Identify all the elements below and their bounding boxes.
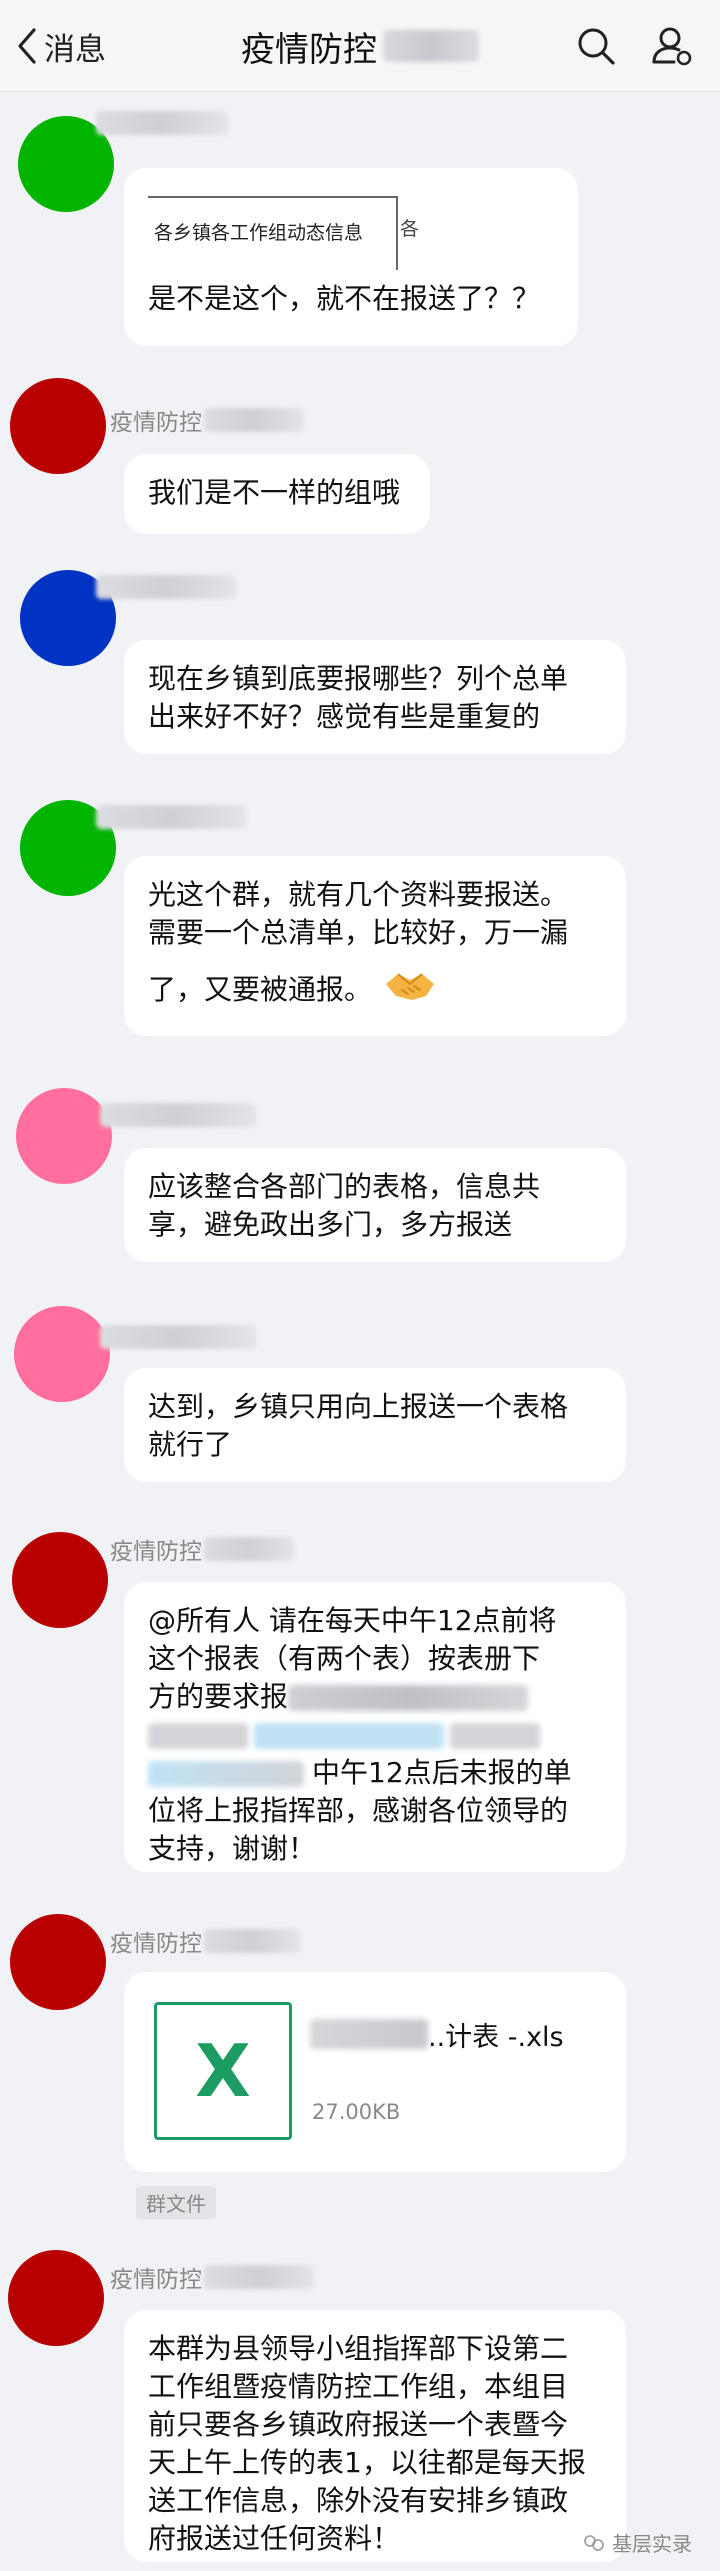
redacted-text [288, 1685, 529, 1711]
message-line: 工作组暨疫情防控工作组，本组目 [148, 2370, 569, 2403]
message-bubble[interactable]: 达到，乡镇只用向上报送一个表格 就行了 [124, 1368, 626, 1482]
search-icon [578, 28, 615, 65]
message-line: 出来好不好？感觉有些是重复的 [148, 700, 541, 733]
message-line: 是不是这个，就不在报送了？？ [148, 282, 541, 315]
message-line: 就行了 [148, 1428, 233, 1461]
redacted-sender [100, 1103, 256, 1127]
redacted-sender [96, 111, 228, 135]
sender-name: 疫情防控 [110, 2260, 314, 2294]
message-line: 我们是不一样的组哦 [148, 476, 401, 509]
redacted-sender [204, 1537, 294, 1561]
message-line: 应该整合各部门的表格，信息共 [148, 1170, 541, 1203]
handshake-emoji-icon [382, 966, 438, 1016]
message-bubble[interactable]: 我们是不一样的组哦 [124, 454, 430, 534]
message-line: 方的要求报 [148, 1680, 289, 1713]
file-message[interactable]: X ..计表 -.xls 27.00KB [124, 1972, 626, 2172]
message-line: 支持，谢谢！ [148, 1832, 317, 1865]
redacted-sender [96, 805, 246, 829]
watermark: 基层实录 [582, 2528, 692, 2557]
message-line: 达到，乡镇只用向上报送一个表格 [148, 1390, 569, 1423]
message-bubble[interactable]: 应该整合各部门的表格，信息共 享，避免政出多门，多方报送 [124, 1148, 626, 1262]
redacted-filename [310, 2019, 428, 2049]
avatar[interactable] [16, 1088, 112, 1184]
person-icon [652, 27, 692, 66]
message-line: 位将上报指挥部，感谢各位领导的 [148, 1794, 569, 1827]
chat-title-text: 疫情防控 [241, 29, 377, 70]
message-line: 天上午上传的表1，以往都是每天报 [148, 2446, 586, 2479]
redacted-text [148, 1723, 248, 1749]
message-line: 享，避免政出多门，多方报送 [148, 1208, 513, 1241]
sender-name: 疫情防控 [110, 1924, 300, 1958]
message-line: 府报送过任何资料！ [148, 2522, 401, 2555]
quoted-image[interactable]: 各乡镇各工作组动态信息 [148, 196, 398, 270]
file-name: ..计表 -.xls [310, 2014, 610, 2054]
redacted-link [254, 1723, 444, 1749]
redacted-sender [204, 1929, 300, 1953]
message-line: 前只要各乡镇政府报送一个表暨今 [148, 2408, 569, 2441]
avatar[interactable] [12, 1532, 108, 1628]
avatar[interactable] [14, 1306, 110, 1402]
redacted-sender [204, 408, 304, 432]
file-size: 27.00KB [312, 2100, 401, 2124]
message-line: 了，又要被通报。 [148, 973, 373, 1006]
redacted-sender [204, 2265, 314, 2289]
message-line: 需要一个总清单，比较好，万一漏 [148, 916, 569, 949]
message-bubble[interactable]: @所有人 请在每天中午12点前将 这个报表（有两个表）按表册下 方的要求报 中午… [124, 1582, 626, 1872]
message-bubble[interactable]: 现在乡镇到底要报哪些？列个总单 出来好不好？感觉有些是重复的 [124, 640, 626, 754]
avatar[interactable] [10, 1914, 106, 2010]
avatar[interactable] [10, 378, 106, 474]
sender-name [96, 106, 228, 140]
redacted-text [450, 1723, 540, 1749]
message-line: 这个报表（有两个表）按表册下 [148, 1642, 541, 1675]
sender-name [96, 570, 236, 604]
message-line: 中午12点后未报的单 [312, 1756, 572, 1789]
sender-name [100, 1098, 256, 1132]
message-line: 送工作信息，除外没有安排乡镇政 [148, 2484, 569, 2517]
sender-name [100, 1320, 256, 1354]
message-text: 是不是这个，就不在报送了？？ [124, 280, 564, 318]
redacted-link [148, 1761, 304, 1787]
quoted-image-tail: 各 [400, 218, 420, 240]
redacted-sender [100, 1325, 256, 1349]
search-button[interactable] [572, 22, 620, 70]
sender-name [96, 800, 246, 834]
group-members-button[interactable] [648, 22, 696, 70]
avatar[interactable] [8, 2250, 104, 2346]
message-line: 本群为县领导小组指挥部下设第二 [148, 2332, 569, 2365]
sender-name: 疫情防控 [110, 1532, 294, 1566]
sender-name: 疫情防控 [110, 403, 304, 437]
redacted-title [383, 30, 479, 62]
message-bubble[interactable]: 本群为县领导小组指挥部下设第二 工作组暨疫情防控工作组，本组目 前只要各乡镇政府… [124, 2310, 626, 2562]
message-bubble[interactable]: 光这个群，就有几个资料要报送。 需要一个总清单，比较好，万一漏 了，又要被通报。 [124, 856, 626, 1036]
redacted-sender [96, 575, 236, 599]
message-line: 光这个群，就有几个资料要报送。 [148, 878, 569, 911]
group-file-tag[interactable]: 群文件 [136, 2186, 216, 2219]
message-line: @所有人 请在每天中午12点前将 [148, 1604, 557, 1637]
chat-header: 消息 疫情防控 [0, 0, 720, 92]
wechat-channel-icon [584, 2534, 604, 2551]
excel-file-icon: X [154, 2002, 292, 2140]
message-line: 现在乡镇到底要报哪些？列个总单 [148, 662, 569, 695]
